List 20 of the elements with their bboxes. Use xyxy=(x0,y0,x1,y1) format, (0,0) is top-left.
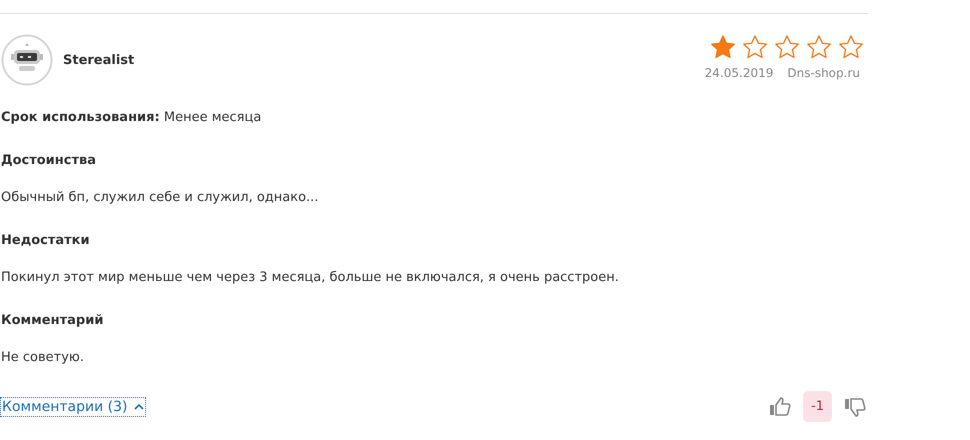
star-icon xyxy=(710,34,736,60)
star-icon xyxy=(742,34,768,60)
review-date: 24.05.2019 xyxy=(704,66,774,80)
section-heading: Достоинства xyxy=(1,153,98,168)
section-text: Обычный бп, служил себе и служил, однако... xyxy=(1,190,320,205)
caret-icon xyxy=(134,402,144,410)
thumbs-up-icon[interactable] xyxy=(769,396,792,416)
star-icon xyxy=(806,34,832,60)
section-text: Покинул этот мир меньше чем через 3 месяца, больше не включался, я очень расстроен. xyxy=(1,270,620,285)
section-heading: Недостатки xyxy=(1,233,91,248)
review-source: Dns-shop.ru xyxy=(787,66,860,80)
thumbs-down-icon[interactable] xyxy=(844,396,866,416)
star-icon xyxy=(774,34,800,60)
usage-period: Срок использования: Менее месяца xyxy=(1,110,262,125)
vote-score: -1 xyxy=(803,391,832,422)
author-name: Sterealist xyxy=(63,52,134,68)
section-text: Не советую. xyxy=(1,350,86,365)
section-heading: Комментарий xyxy=(1,313,104,328)
star-icon xyxy=(838,34,864,60)
comments-link[interactable]: Комментарии (3) xyxy=(0,396,146,416)
